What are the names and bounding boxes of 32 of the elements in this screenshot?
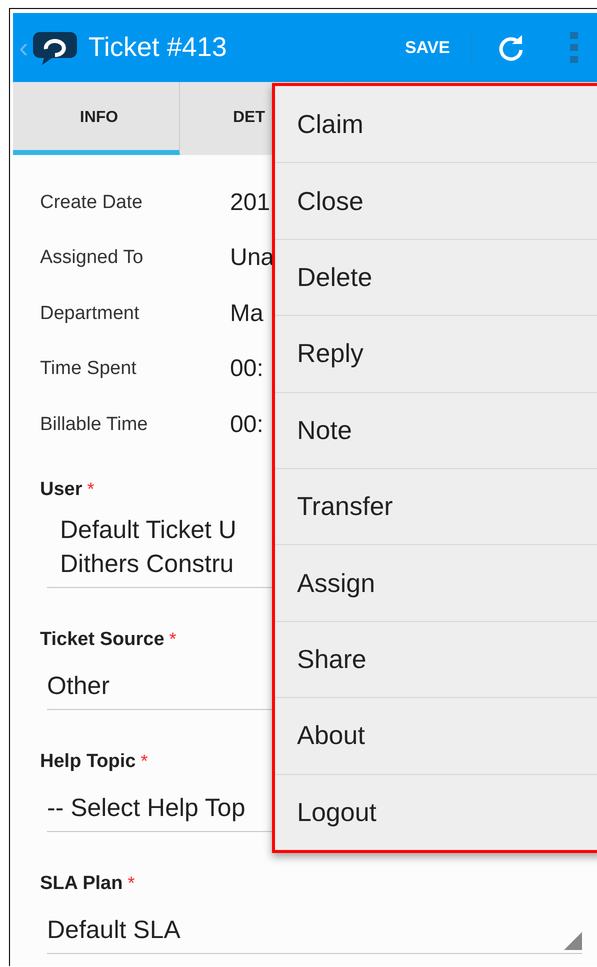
field-label: Billable Time — [40, 414, 149, 436]
required-mark: * — [140, 750, 148, 770]
menu-item[interactable]: Reply — [275, 315, 597, 392]
field-value: Ma — [230, 300, 264, 328]
field-label: Help Topic — [40, 750, 136, 772]
field-label: Ticket Source — [40, 628, 164, 650]
required-mark: * — [128, 872, 135, 892]
required-mark: * — [169, 628, 176, 648]
menu-item[interactable]: Delete — [275, 238, 597, 316]
tab[interactable]: INFO — [13, 82, 180, 155]
menu-item[interactable]: Assign — [275, 544, 597, 621]
menu-item[interactable]: Logout — [275, 774, 597, 850]
field-value: Una — [230, 244, 274, 272]
menu-item[interactable]: Transfer — [275, 468, 597, 544]
field-label: Department — [40, 302, 140, 325]
menu-item[interactable]: Close — [275, 162, 597, 239]
input-field[interactable]: Default SLA — [47, 912, 582, 954]
field-label: Assigned To — [40, 247, 144, 270]
menu-item[interactable]: Share — [275, 620, 597, 698]
field-label: Time Spent — [40, 358, 138, 380]
menu-item[interactable]: Note — [275, 392, 597, 468]
field-label: User — [40, 478, 82, 500]
dropdown-arrow-icon — [564, 932, 582, 950]
field-label: SLA Plan — [40, 872, 123, 894]
ticket-title: Ticket #413 — [88, 32, 227, 63]
field-value: 00: — [230, 410, 264, 439]
field-label: Create Date — [40, 192, 144, 214]
required-mark: * — [87, 478, 94, 498]
menu-item[interactable]: About — [275, 697, 597, 774]
field-value: 00: — [230, 355, 264, 384]
field-value: 201 — [230, 188, 270, 217]
speech-bubble-logo-icon — [32, 30, 78, 66]
